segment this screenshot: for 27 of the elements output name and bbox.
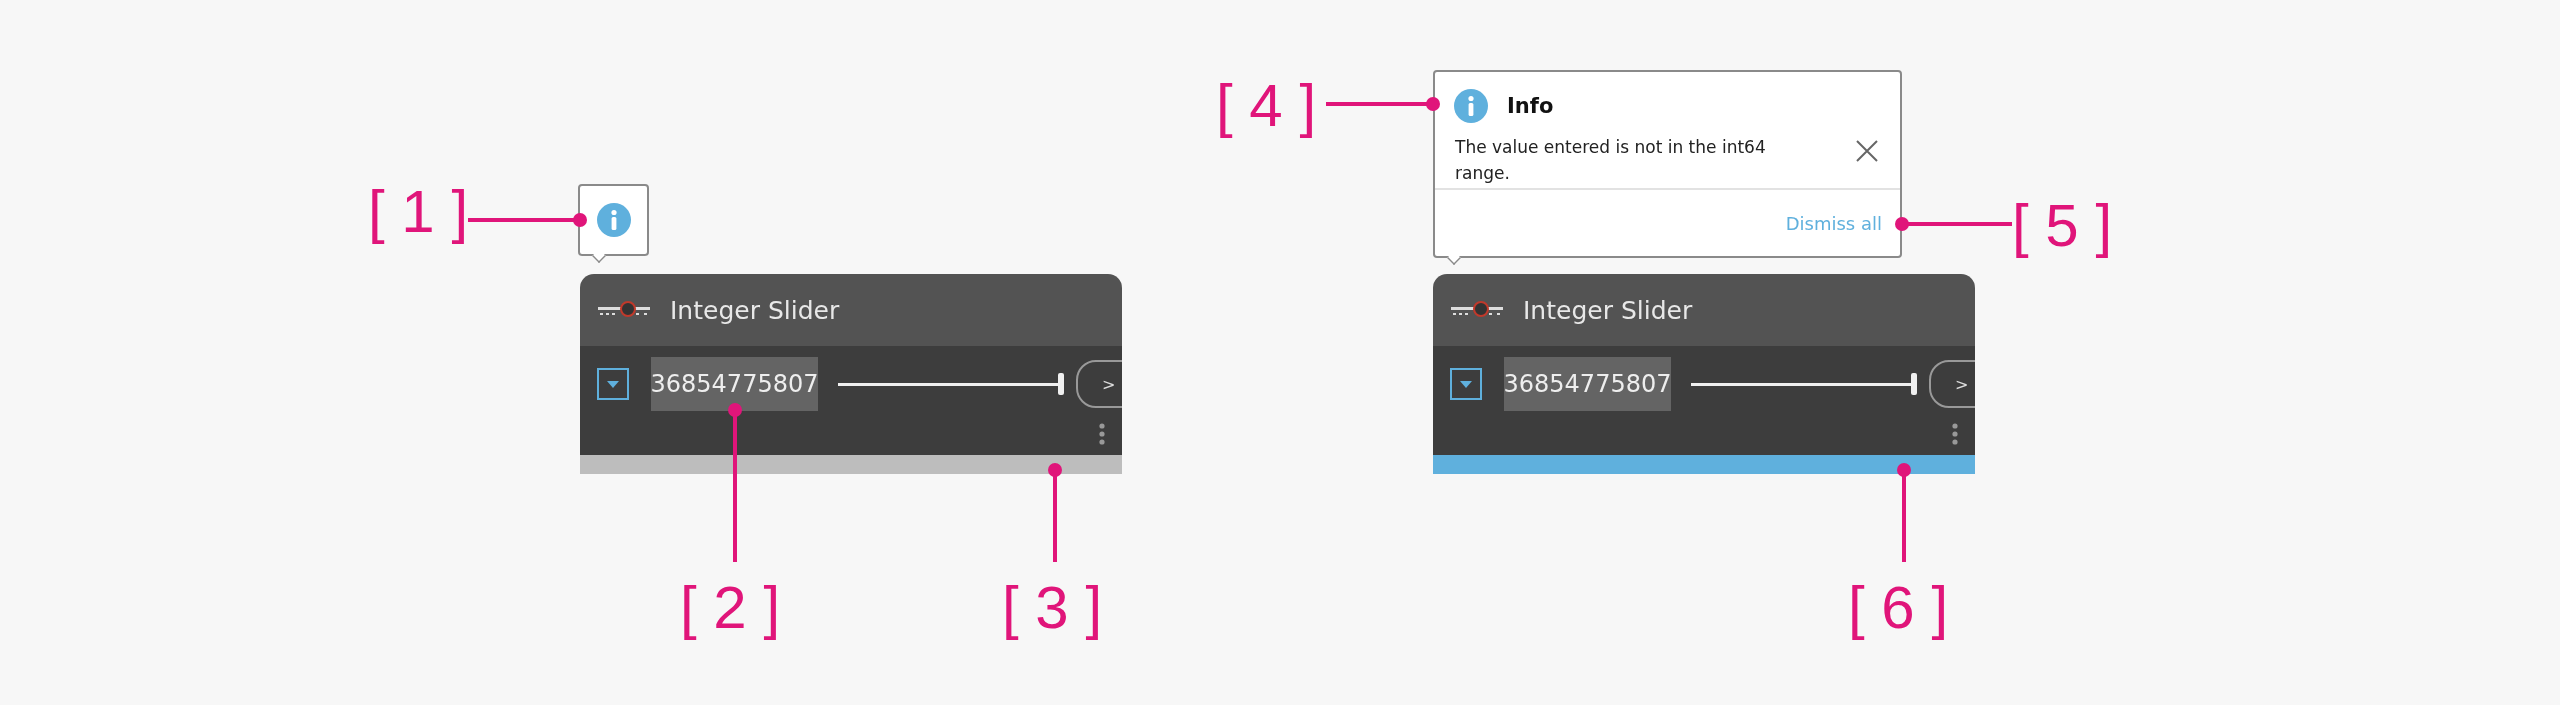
value-field[interactable]: 36854775807 [1504, 357, 1671, 411]
callout-label: [ 2 ] [680, 573, 781, 643]
callout-label: [ 1 ] [368, 177, 469, 247]
popup-title: Info [1507, 94, 1554, 118]
slider[interactable] [838, 373, 1064, 395]
info-icon [1453, 88, 1489, 124]
info-icon [595, 202, 632, 238]
close-icon[interactable] [1856, 140, 1878, 162]
slider-node-icon [596, 300, 652, 320]
callout-label: [ 3 ] [1002, 573, 1103, 643]
slider[interactable] [1691, 373, 1917, 395]
more-options-icon[interactable] [1098, 422, 1106, 446]
slider-node-icon [1449, 300, 1505, 320]
node-title: Integer Slider [1523, 295, 1693, 325]
expand-button[interactable]: > [1929, 360, 1975, 408]
callout-label: [ 5 ] [2012, 191, 2113, 261]
dropdown-toggle-icon[interactable] [1450, 368, 1482, 400]
slider-thumb[interactable] [1911, 373, 1917, 395]
callout-label: [ 4 ] [1216, 71, 1317, 141]
node-title: Integer Slider [670, 295, 840, 325]
expand-button[interactable]: > [1076, 360, 1122, 408]
callout-label: [ 6 ] [1848, 573, 1949, 643]
slider-thumb[interactable] [1058, 373, 1064, 395]
dropdown-toggle-icon[interactable] [597, 368, 629, 400]
more-options-icon[interactable] [1951, 422, 1959, 446]
value-field[interactable]: 36854775807 [651, 357, 818, 411]
info-message: The value entered is not in the int64 range. [1455, 136, 1767, 185]
